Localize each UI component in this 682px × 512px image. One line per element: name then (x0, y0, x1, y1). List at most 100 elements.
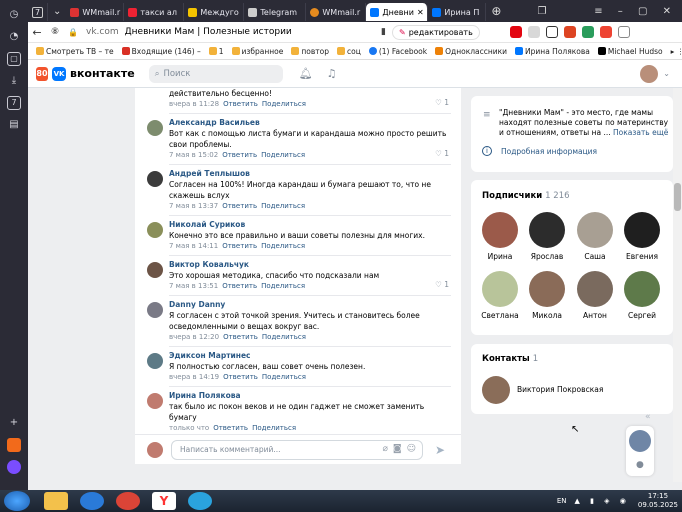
author-link[interactable]: Александр Васильев (169, 117, 451, 128)
more-info-link[interactable]: Подробная информация (501, 147, 597, 156)
reply-link[interactable]: Ответить (222, 151, 257, 159)
window-controls[interactable]: ≡ – ▢ ✕ (589, 6, 682, 17)
bookmark-tv[interactable]: Смотреть ТВ – те (36, 47, 114, 56)
explorer-icon[interactable] (44, 492, 68, 510)
subscriber[interactable]: Ярослав (527, 212, 567, 261)
bookmark-irina[interactable]: Ирина Полякова (515, 47, 590, 56)
tab[interactable]: Междуго (184, 3, 245, 21)
download-icon[interactable]: ⤓ (7, 74, 21, 88)
reply-link[interactable]: Ответить (223, 373, 258, 381)
bookmarks-more-icon[interactable]: ▸ ⋮ (671, 47, 682, 56)
send-icon[interactable]: ➤ (435, 443, 445, 457)
avatar[interactable] (147, 262, 163, 278)
avatar[interactable] (147, 222, 163, 238)
tab[interactable]: Telegram (244, 3, 307, 21)
bookmark-favorites[interactable]: избранное (231, 47, 283, 56)
subscriber[interactable]: Антон (575, 271, 615, 320)
avatar[interactable] (147, 353, 163, 369)
bookmark-1[interactable]: 1 (208, 47, 224, 56)
chevron-down-icon[interactable]: ⌄ (663, 69, 670, 78)
reply-link[interactable]: Ответить (223, 100, 258, 108)
extension-mts-icon[interactable] (509, 26, 522, 38)
avatar[interactable] (147, 393, 163, 409)
subscriber[interactable]: Микола (527, 271, 567, 320)
reply-link[interactable]: Ответить (213, 424, 248, 432)
sidebar-app-7-icon[interactable]: 7 (7, 96, 21, 110)
contact-name[interactable]: Виктория Покровская (517, 385, 603, 394)
extension-ad-icon[interactable] (599, 26, 612, 38)
reply-link[interactable]: Ответить (222, 282, 257, 290)
reply-link[interactable]: Ответить (222, 242, 257, 250)
windows-start-icon[interactable] (4, 491, 30, 511)
clock[interactable]: 17:15 09.05.2025 (638, 492, 678, 510)
share-link[interactable]: Поделиться (262, 100, 306, 108)
author-link[interactable]: Андрей Теплышов (169, 168, 451, 179)
history-icon[interactable]: ◷ (7, 8, 21, 22)
author-link[interactable]: Danny Danny (169, 299, 451, 310)
avatar[interactable] (147, 171, 163, 187)
reply-link[interactable]: Ответить (223, 333, 258, 341)
url-field[interactable]: vk.com Дневники Мам | Полезные истории ▮ (86, 24, 386, 40)
chrome-icon[interactable] (116, 492, 140, 510)
mail-app-icon[interactable] (7, 438, 21, 452)
download-icon[interactable] (617, 26, 630, 38)
tab[interactable]: такси ал (124, 3, 185, 21)
camera-icon[interactable]: ◙ (393, 444, 402, 454)
collections-icon[interactable]: ▤ (7, 118, 21, 132)
avatar[interactable] (147, 120, 163, 136)
scrollbar-thumb[interactable] (674, 183, 681, 211)
share-link[interactable]: Поделиться (262, 333, 306, 341)
bookmark-icon[interactable]: ▮ (381, 27, 386, 37)
author-link[interactable]: Ирина Полякова (169, 390, 451, 401)
comment-input[interactable]: Написать комментарий... ⌀ ◙ ☺ (171, 439, 423, 460)
reply-link[interactable]: Ответить (222, 202, 257, 210)
vk-logo[interactable]: 80 VK вконтакте (36, 66, 135, 81)
share-link[interactable]: Поделиться (261, 202, 305, 210)
subscriber[interactable]: Светлана (480, 271, 520, 320)
tab-menu-icon[interactable]: ❐ (532, 6, 551, 17)
extension-red-icon[interactable] (563, 26, 576, 38)
share-link[interactable]: Поделиться (261, 151, 305, 159)
show-more-link[interactable]: Показать ещё (613, 128, 668, 137)
author-link[interactable]: Виктор Ковальчук (169, 259, 451, 270)
tab[interactable]: 7 (28, 3, 48, 21)
new-tab-icon[interactable]: ⊕ (486, 4, 506, 18)
back-icon[interactable]: ← (28, 26, 46, 39)
extension-guardian-icon[interactable] (527, 26, 540, 38)
author-link[interactable]: Эдиксон Мартинес (169, 350, 451, 361)
bookmark-michael[interactable]: Michael Hudso (597, 47, 663, 56)
bookmark-mail[interactable]: Входящие (146) – (121, 47, 201, 56)
subscriber[interactable]: Ирина (480, 212, 520, 261)
bookmark-ok[interactable]: Одноклассники (435, 47, 507, 56)
tab-active[interactable]: Дневни ✕ (366, 3, 429, 21)
floating-chat[interactable]: ● (626, 426, 654, 476)
avatar[interactable] (482, 376, 510, 404)
extension-shield-icon[interactable] (581, 26, 594, 38)
tab[interactable]: WMmail.r (66, 3, 125, 21)
add-panel-icon[interactable]: + (7, 416, 21, 430)
bookmark-social[interactable]: соц (337, 47, 361, 56)
avatar[interactable] (147, 302, 163, 318)
chevron-down-icon[interactable]: ⌄ (48, 6, 66, 17)
like-button[interactable]: ♡ 1 (435, 280, 449, 289)
alice-app-icon[interactable] (7, 460, 21, 474)
yandex-browser-icon[interactable]: Y (152, 492, 176, 510)
share-link[interactable]: Поделиться (262, 373, 306, 381)
bookmark-facebook[interactable]: (1) Facebook (368, 47, 427, 56)
like-button[interactable]: ♡ 1 (435, 149, 449, 158)
search-input[interactable]: ⌕ Поиск (148, 64, 283, 83)
clock-icon[interactable]: ◔ (7, 30, 21, 44)
edit-button[interactable]: ✎ редактировать (392, 24, 480, 40)
scrollbar[interactable] (673, 88, 682, 482)
lock-icon[interactable]: 🔒 (64, 28, 82, 37)
subscriber[interactable]: Саша (575, 212, 615, 261)
close-tab-icon[interactable]: ✕ (417, 8, 424, 17)
attach-icon[interactable]: ⌀ (382, 444, 387, 454)
share-link[interactable]: Поделиться (261, 282, 305, 290)
browser-globe-icon[interactable] (80, 492, 104, 510)
telegram-icon[interactable] (188, 492, 212, 510)
collapse-icon[interactable]: « (645, 412, 651, 422)
bookmark-repeat[interactable]: повтор (291, 47, 329, 56)
subscriber[interactable]: Сергей (622, 271, 662, 320)
tray-icons[interactable]: ▲ ▮ ◈ ◉ (575, 497, 630, 505)
